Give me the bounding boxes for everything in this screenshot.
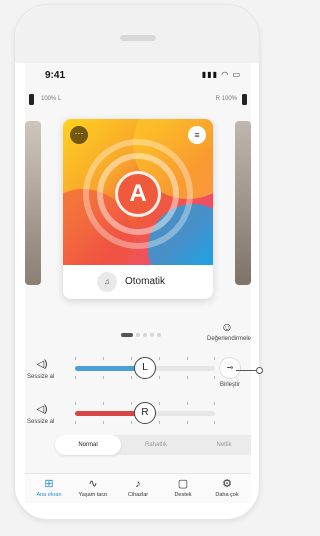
nav-more[interactable]: ⚙ Daha çok (205, 478, 249, 498)
pager-dot[interactable] (157, 332, 161, 337)
stage: 9:41 ▮▮▮ ◠ ▭ 100% L R 100% A ··· ≡ ♫ Oto… (0, 0, 273, 536)
program-badge: A (115, 171, 161, 217)
right-battery-level: R 100% (215, 96, 237, 102)
grid-icon: ⊞ (44, 478, 54, 490)
pager-dot[interactable] (121, 332, 133, 337)
pager-dot[interactable] (136, 332, 140, 337)
mute-right-button[interactable]: ◁) Sessize al (27, 404, 54, 425)
nav-support-label: Destek (174, 492, 192, 498)
previous-program-card[interactable] (25, 121, 41, 285)
merge-button[interactable]: ⊸ Birleştir (215, 357, 245, 388)
program-footer: ♫ Otomatik (63, 265, 213, 299)
merge-label: Birleştir (219, 382, 240, 388)
status-time: 9:41 (45, 70, 66, 81)
smiley-icon: ☺ (220, 320, 234, 334)
left-volume-row: ◁) Sessize al L ⊸ Birleştir (25, 357, 251, 388)
program-artwork: A ··· ≡ (63, 119, 213, 265)
gear-icon: ⚙ (222, 478, 232, 490)
next-program-card[interactable] (235, 121, 251, 285)
pager-dot[interactable] (143, 332, 147, 337)
app-screen: 9:41 ▮▮▮ ◠ ▭ 100% L R 100% A ··· ≡ ♫ Oto… (25, 63, 251, 503)
right-volume-row: ◁) Sessize al R (25, 402, 251, 432)
pager-dot[interactable] (150, 332, 154, 337)
phone-speaker (120, 35, 156, 41)
nav-lifestyle-label: Yaşam tarzı (78, 492, 108, 498)
hearing-aid-icon: ♪ (135, 478, 141, 490)
nav-home[interactable]: ⊞ Ana ekran (27, 478, 71, 498)
left-volume-thumb[interactable]: L (134, 357, 156, 379)
right-volume-thumb[interactable]: R (134, 402, 156, 424)
wifi-icon: ◠ (221, 70, 230, 79)
nav-lifestyle[interactable]: ∿ Yaşam tarzı (71, 478, 115, 498)
pulse-icon: ∿ (88, 478, 98, 490)
nav-devices-label: Cihazlar (127, 492, 149, 498)
nav-devices[interactable]: ♪ Cihazlar (116, 478, 160, 498)
program-card[interactable]: A ··· ≡ ♫ Otomatik (63, 119, 213, 299)
sliders-icon[interactable]: ≡ (188, 126, 206, 144)
nav-more-label: Daha çok (215, 492, 239, 498)
mode-normal[interactable]: Normal (55, 435, 121, 455)
status-bar: 9:41 ▮▮▮ ◠ ▭ (25, 63, 251, 85)
battery-icon: ▭ (232, 70, 241, 79)
chat-bubble-icon: ▢ (177, 478, 189, 490)
speaker-icon: ◁) (36, 404, 48, 415)
program-pager (121, 326, 164, 337)
mute-left-button[interactable]: ◁) Sessize al (27, 359, 54, 380)
callout-line (236, 370, 258, 371)
hearing-aid-battery-row: 100% L R 100% (25, 93, 251, 109)
more-options-button[interactable]: ··· (70, 126, 88, 144)
sound-mode-selector: Normal Rahatlık Netlik (55, 435, 251, 455)
mute-label: Sessize al (27, 374, 55, 380)
right-battery-icon (242, 94, 247, 105)
bottom-navigation: ⊞ Ana ekran ∿ Yaşam tarzı ♪ Cihazlar ▢ D… (25, 473, 251, 503)
signal-icon: ▮▮▮ (201, 70, 218, 79)
left-battery-icon (29, 94, 34, 105)
mute-label: Sessize al (27, 419, 55, 425)
system-icons: ▮▮▮ ◠ ▭ (202, 70, 241, 79)
speaker-icon: ◁) (36, 359, 48, 370)
auto-program-icon: ♫ (97, 272, 117, 292)
mode-comfort[interactable]: Rahatlık (123, 435, 189, 455)
phone-frame: 9:41 ▮▮▮ ◠ ▭ 100% L R 100% A ··· ≡ ♫ Oto… (14, 4, 260, 520)
nav-support[interactable]: ▢ Destek (161, 478, 205, 498)
merge-icon: ⊸ (219, 357, 241, 379)
program-name: Otomatik (125, 276, 166, 287)
mode-clarity[interactable]: Netlik (191, 435, 251, 455)
callout-dot (256, 367, 263, 374)
phone-bezel-top (15, 5, 259, 63)
nav-home-label: Ana ekran (36, 492, 62, 498)
ratings-button[interactable]: ☺ Değerlendirmeler (207, 320, 251, 342)
left-battery-level: 100% L (41, 96, 62, 102)
ratings-label: Değerlendirmeler (207, 336, 251, 342)
